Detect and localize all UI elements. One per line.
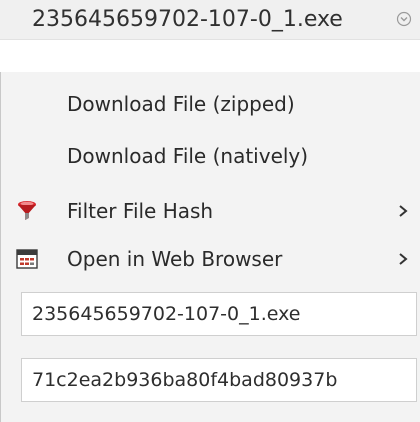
web-browser-icon — [16, 249, 38, 269]
chevron-down-icon[interactable] — [396, 11, 412, 27]
menu-item-download-natively[interactable]: Download File (natively) — [1, 132, 420, 180]
menu-item-filter-file-hash[interactable]: Filter File Hash — [1, 187, 420, 235]
menu-item-download-zipped[interactable]: Download File (zipped) — [1, 80, 420, 128]
chevron-right-icon — [399, 205, 408, 217]
file-header[interactable]: 235645659702-107-0_1.exe — [0, 0, 420, 40]
file-hash-field[interactable]: 71c2ea2b936ba80f4bad80937b — [21, 358, 417, 402]
menu-item-label: Open in Web Browser — [67, 247, 283, 271]
actions-menu: Download File (zipped) Download File (na… — [0, 72, 420, 422]
chevron-right-icon — [399, 253, 408, 265]
context-menu-panel: 235645659702-107-0_1.exe Download File (… — [0, 0, 420, 422]
file-name-title: 235645659702-107-0_1.exe — [32, 7, 343, 32]
menu-item-label: Download File (natively) — [67, 144, 309, 168]
menu-item-label: Filter File Hash — [67, 199, 214, 223]
file-name-field[interactable]: 235645659702-107-0_1.exe — [21, 292, 417, 336]
funnel-icon — [18, 201, 36, 220]
menu-item-open-web-browser[interactable]: Open in Web Browser — [1, 235, 420, 283]
menu-item-label: Download File (zipped) — [67, 92, 295, 116]
